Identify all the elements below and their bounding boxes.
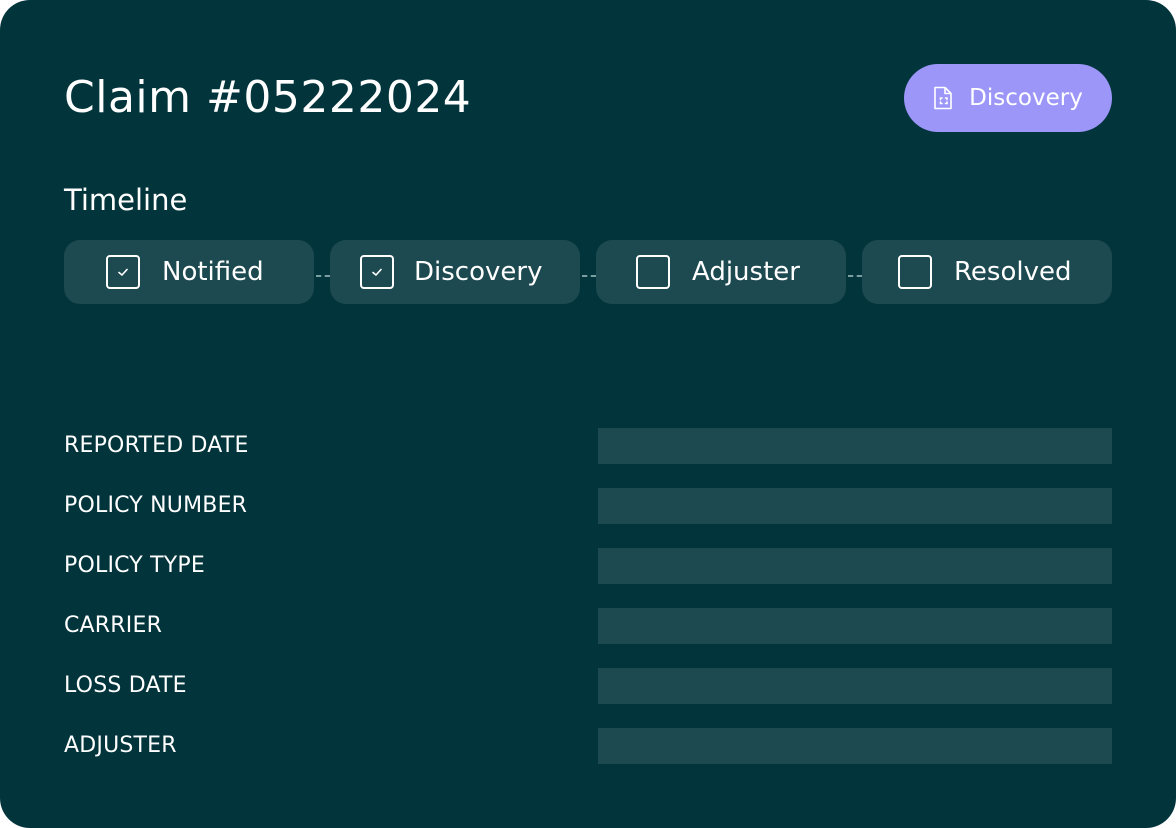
field-label-policy-number: POLICY NUMBER: [64, 493, 248, 518]
checkbox-checked-icon[interactable]: [106, 255, 140, 289]
field-value-policy-number: [598, 488, 1112, 524]
timeline-step-label: Adjuster: [692, 257, 800, 287]
field-label-policy-type: POLICY TYPE: [64, 553, 205, 578]
field-value-policy-type: [598, 548, 1112, 584]
checkbox-unchecked-icon[interactable]: [898, 255, 932, 289]
field-value-reported-date: [598, 428, 1112, 464]
checkbox-unchecked-icon[interactable]: [636, 255, 670, 289]
claim-card: Claim #05222024 Discovery Timeline Notif…: [0, 0, 1176, 828]
field-value-adjuster: [598, 728, 1112, 764]
timeline-step-discovery[interactable]: Discovery: [330, 240, 580, 304]
timeline-step-label: Resolved: [954, 257, 1072, 287]
timeline-connector: [848, 275, 862, 277]
field-label-loss-date: LOSS DATE: [64, 673, 187, 698]
checkbox-checked-icon[interactable]: [360, 255, 394, 289]
timeline-step-resolved[interactable]: Resolved: [862, 240, 1112, 304]
field-label-adjuster: ADJUSTER: [64, 733, 177, 758]
status-label: Discovery: [969, 85, 1083, 111]
field-label-reported-date: REPORTED DATE: [64, 433, 249, 458]
field-value-carrier: [598, 608, 1112, 644]
claim-title: Claim #05222024: [64, 72, 472, 123]
timeline-connector: [582, 275, 596, 277]
timeline-connector: [316, 275, 330, 277]
status-button[interactable]: Discovery: [904, 64, 1112, 132]
field-value-loss-date: [598, 668, 1112, 704]
document-scan-icon: [933, 86, 953, 110]
timeline-step-label: Notified: [162, 257, 264, 287]
timeline-step-notified[interactable]: Notified: [64, 240, 314, 304]
timeline-heading: Timeline: [64, 183, 188, 217]
timeline-step-label: Discovery: [414, 257, 543, 287]
field-label-carrier: CARRIER: [64, 613, 163, 638]
timeline-step-adjuster[interactable]: Adjuster: [596, 240, 846, 304]
